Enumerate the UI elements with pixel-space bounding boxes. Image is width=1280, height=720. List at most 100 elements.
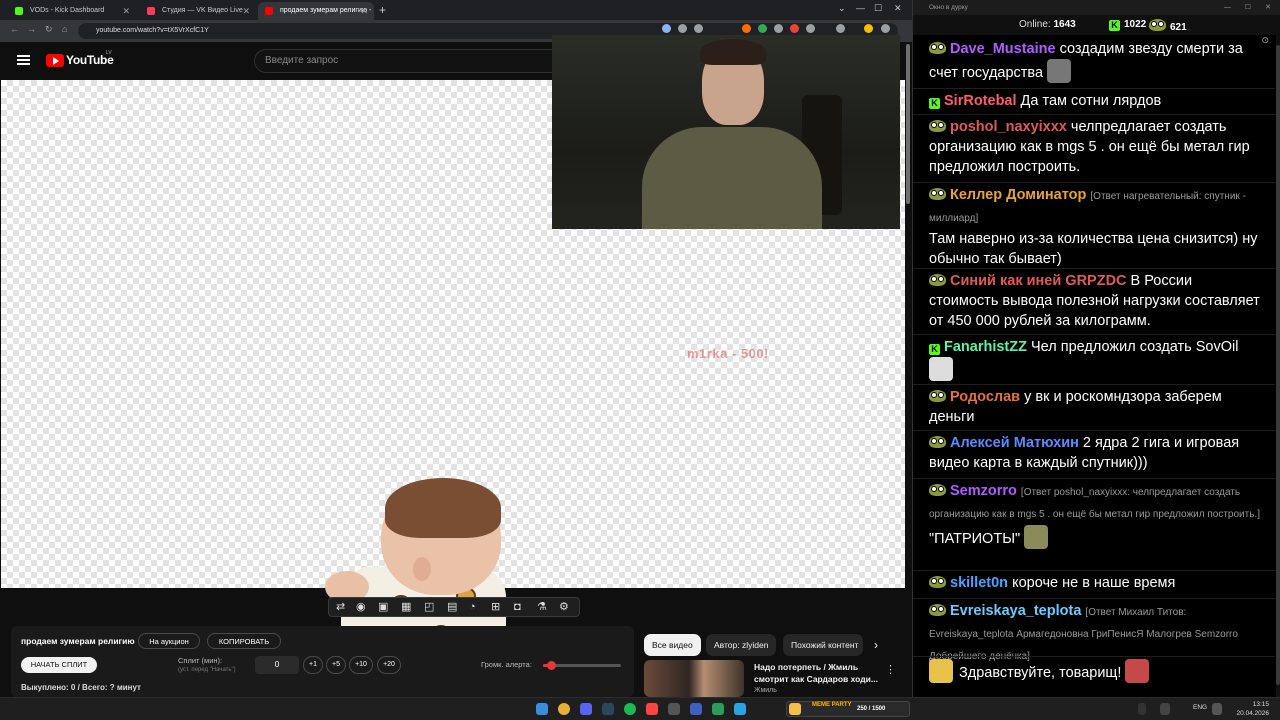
audio-icon[interactable]: ◉ — [356, 600, 366, 614]
app-icon[interactable] — [646, 703, 658, 715]
discord-icon[interactable] — [580, 703, 592, 715]
chat-username[interactable]: Evreiskaya_teplota — [950, 603, 1081, 619]
more-vertical-icon[interactable]: ⋮ — [885, 663, 896, 676]
close-tab-icon[interactable]: ✕ — [122, 2, 130, 20]
recommended-video-channel[interactable]: Жмиль — [754, 687, 777, 694]
alert-volume-slider[interactable] — [543, 661, 621, 670]
start-split-button[interactable]: НАЧАТЬ СПЛИТ — [21, 657, 97, 673]
menu-dots-icon[interactable] — [881, 24, 890, 33]
chat-username[interactable]: FanarhistZZ — [944, 339, 1027, 355]
spotify-icon[interactable] — [624, 703, 636, 715]
chat-divider — [913, 384, 1275, 385]
maximize-icon[interactable]: ☐ — [874, 3, 882, 14]
chip-similar[interactable]: Похожий контент — [783, 634, 863, 656]
steam-icon[interactable] — [602, 703, 614, 715]
chevron-right-icon[interactable]: › — [874, 638, 878, 652]
chat-scrollbar-thumb[interactable] — [1276, 45, 1280, 685]
add-icon[interactable]: ⊞ — [491, 600, 500, 614]
profile-avatar-icon[interactable] — [864, 24, 873, 33]
maximize-icon[interactable]: ☐ — [1245, 0, 1251, 15]
chat-username[interactable]: poshol_naxyixxx — [950, 119, 1067, 135]
chat-username[interactable]: Келлер Доминатор — [950, 187, 1086, 203]
app-icon[interactable] — [712, 703, 724, 715]
chat-username[interactable]: Semzorro — [950, 483, 1017, 499]
tab-vk-studio[interactable]: Студия — VK Видео Live ✕ — [140, 2, 256, 20]
extension-icon[interactable] — [758, 24, 767, 33]
chat-text: Чел предложил создать SovOil — [1031, 339, 1239, 355]
chat-username[interactable]: Синий как иней GRPZDC — [950, 273, 1127, 289]
chip-author[interactable]: Автор: zlyiden — [706, 634, 777, 656]
close-tab-icon[interactable]: ✕ — [360, 2, 368, 20]
add-10-button[interactable]: +10 — [349, 656, 373, 674]
flask-icon[interactable]: ⚗ — [537, 600, 547, 614]
scrollbar-thumb[interactable] — [906, 44, 910, 204]
forward-icon[interactable]: → — [27, 24, 36, 34]
meme-party-app[interactable]: MEME PARTY 250 / 1500 — [786, 701, 910, 717]
chat-divider — [913, 334, 1275, 335]
frame-icon[interactable]: ▤ — [447, 600, 457, 614]
chip-all-videos[interactable]: Все видео — [644, 634, 701, 656]
minimize-icon[interactable]: — — [856, 3, 865, 13]
extension-icon[interactable] — [742, 24, 751, 33]
stream-title: продаем зумерам религию — [21, 636, 135, 646]
recommended-video-title[interactable]: Надо потерпеть / Жмиль смотрит как Сарда… — [754, 661, 880, 685]
speed-icon[interactable]: ◔ — [469, 600, 476, 614]
page-scrollbar[interactable] — [905, 42, 912, 697]
new-tab-icon[interactable]: + — [379, 2, 386, 18]
extension-icon[interactable] — [774, 24, 783, 33]
chat-username[interactable]: skillet0n — [950, 575, 1008, 591]
add-20-button[interactable]: +20 — [377, 656, 401, 674]
to-auction-button[interactable]: На аукцион — [138, 633, 200, 649]
meme-party-name: MEME PARTY — [812, 702, 852, 708]
tray-chevron-icon[interactable] — [1138, 703, 1146, 715]
app-icon[interactable] — [690, 703, 702, 715]
back-icon[interactable]: ← — [10, 24, 19, 34]
home-icon[interactable]: ⌂ — [62, 24, 67, 34]
add-5-button[interactable]: +5 — [326, 656, 346, 674]
tray-icon[interactable] — [1160, 703, 1170, 715]
cinema-icon[interactable]: ▣ — [378, 600, 388, 614]
volume-icon[interactable] — [1212, 703, 1222, 715]
screenshot-icon[interactable]: ◘ — [514, 600, 521, 614]
download-icon[interactable] — [836, 24, 845, 33]
chat-message: Dave_Mustaine создадим звезду смерти за … — [929, 39, 1265, 83]
bookmark-icon[interactable] — [694, 24, 703, 33]
add-1-button[interactable]: +1 — [303, 656, 323, 674]
chat-username[interactable]: Родослав — [950, 389, 1020, 405]
search-input[interactable]: Введите запрос — [254, 49, 554, 73]
close-tab-icon[interactable]: ✕ — [242, 2, 250, 20]
tab-youtube-video[interactable]: продаем зумерам религию - ✕ — [258, 2, 374, 20]
telegram-icon[interactable] — [734, 703, 746, 715]
extension-icon[interactable] — [790, 24, 799, 33]
loop-icon[interactable]: ⇄ — [336, 600, 345, 614]
minimize-icon[interactable]: — — [1224, 0, 1231, 15]
translate-icon[interactable] — [678, 24, 687, 33]
extensions-puzzle-icon[interactable] — [806, 24, 815, 33]
chrome-icon[interactable] — [558, 703, 570, 715]
chat-username[interactable]: SirRotebal — [944, 93, 1017, 109]
chat-username[interactable]: Dave_Mustaine — [950, 41, 1056, 57]
film-icon[interactable]: ▦ — [401, 600, 411, 614]
tab-search-icon[interactable]: ⌄ — [838, 3, 846, 14]
picture-in-picture-icon[interactable]: ◰ — [424, 600, 434, 614]
youtube-logo-icon[interactable] — [46, 54, 64, 67]
close-window-icon[interactable]: ✕ — [1265, 0, 1271, 15]
reload-icon[interactable]: ↻ — [45, 24, 53, 35]
language-indicator[interactable]: ENG — [1193, 704, 1207, 711]
gear-icon[interactable]: ⚙ — [559, 600, 569, 614]
zoom-icon[interactable] — [662, 24, 671, 33]
tab-label: продаем зумерам религию - — [280, 7, 372, 14]
start-icon[interactable] — [536, 703, 548, 715]
recommended-video-thumbnail[interactable] — [644, 660, 744, 697]
menu-icon[interactable] — [17, 55, 30, 65]
tab-kick-dashboard[interactable]: VODs - Kick Dashboard ✕ — [8, 2, 136, 20]
chat-username[interactable]: Алексей Матюхин — [950, 435, 1079, 451]
volume-thumb[interactable] — [546, 661, 556, 670]
app-icon[interactable] — [668, 703, 680, 715]
copy-button[interactable]: КОПИРОВАТЬ — [207, 633, 281, 649]
chat-scrollbar[interactable] — [1276, 35, 1280, 697]
split-minutes-input[interactable]: 0 — [255, 656, 299, 674]
kick-favicon-icon — [15, 7, 23, 15]
close-window-icon[interactable]: ✕ — [894, 3, 902, 14]
clock[interactable]: 13:15 20.04.2026 — [1229, 700, 1269, 718]
